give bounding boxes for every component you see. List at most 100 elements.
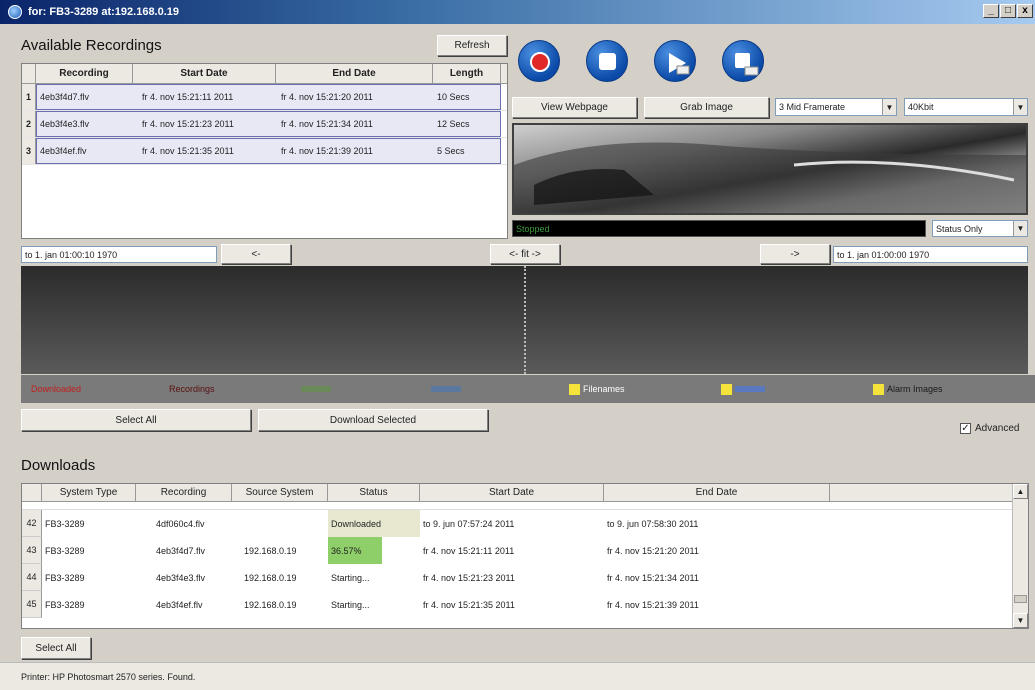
timeline-end-field[interactable]: to 1. jan 01:00:00 1970 [833, 246, 1028, 263]
column-header-recording[interactable]: Recording [36, 64, 133, 83]
row-number: 43 [22, 537, 42, 564]
advanced-check-mark: ✓ [960, 423, 971, 434]
bitrate-select[interactable]: 40Kbit ▼ [904, 98, 1028, 116]
status-text: Downloaded [331, 518, 382, 529]
status-mode-select[interactable]: Status Only ▼ [932, 220, 1028, 237]
timeline-back-button[interactable]: <- [221, 244, 291, 264]
advanced-checkbox[interactable]: ✓ Advanced [960, 423, 1019, 434]
legend-filenames: Filenames [569, 383, 625, 395]
cell-recording: 4eb3f4d7.flv [156, 545, 206, 556]
title-bar: for: FB3-3289 at:192.168.0.19 _ □ x [0, 0, 1035, 24]
scroll-up-icon[interactable]: ▲ [1013, 484, 1028, 499]
stop-icon [599, 53, 616, 70]
cell-recording: 4eb3f4ef.flv [40, 146, 87, 156]
downloads-table: System Type Recording Source System Stat… [21, 483, 1029, 629]
minimize-button[interactable]: _ [983, 4, 999, 18]
column-header-status[interactable]: Status [328, 484, 420, 501]
refresh-button[interactable]: Refresh [437, 35, 507, 56]
table-row[interactable]: 1 4eb3f4d7.flv fr 4. nov 15:21:11 2011 fr 4… [22, 84, 507, 111]
play-icon [669, 53, 690, 75]
row-number: 2 [22, 111, 36, 137]
legend-downloaded: Downloaded [31, 384, 81, 394]
play-button[interactable] [654, 40, 696, 82]
column-header-recording[interactable]: Recording [136, 484, 232, 501]
cell-end-date: fr 4. nov 15:21:20 2011 [281, 92, 373, 102]
cell-source-system: 192.168.0.19 [244, 599, 297, 610]
recordings-table: Recording Start Date End Date Length 1 4e… [21, 63, 508, 239]
cell-start-date: fr 4. nov 15:21:35 2011 [142, 146, 234, 156]
column-header-start-date[interactable]: Start Date [420, 484, 604, 501]
legend-alarm-images: Alarm Images [873, 383, 943, 395]
cell-start-date: to 9. jun 07:57:24 2011 [423, 518, 515, 529]
legend-downloaded-label: Downloaded [31, 384, 82, 394]
close-button[interactable]: x [1017, 4, 1033, 18]
cell-source-system: 192.168.0.19 [244, 572, 297, 583]
timeline-fit-button[interactable]: <- fit -> [490, 244, 560, 264]
advanced-label: Advanced [975, 423, 1020, 434]
legend-filenames-label: Filenames [583, 384, 625, 394]
cell-start-date: fr 4. nov 15:21:11 2011 [423, 545, 515, 556]
timeline-track[interactable] [21, 266, 1028, 374]
select-all-recordings-button[interactable]: Select All [21, 409, 251, 431]
cell-length: 10 Secs [437, 92, 470, 102]
cell-start-date: fr 4. nov 15:21:23 2011 [142, 119, 234, 129]
cell-status: Downloaded [328, 510, 420, 537]
timeline-cursor[interactable] [524, 266, 526, 374]
column-header-end-date[interactable]: End Date [276, 64, 433, 83]
bitrate-value: 40Kbit [908, 102, 934, 112]
record-button[interactable] [518, 40, 560, 82]
status-mode-value: Status Only [936, 223, 983, 234]
legend-unreadable-3 [721, 383, 765, 395]
grab-image-button[interactable]: Grab Image [644, 97, 769, 118]
maximize-button[interactable]: □ [1000, 4, 1016, 18]
table-row[interactable]: 2 4eb3f4e3.flv fr 4. nov 15:21:23 2011 fr 4… [22, 111, 507, 138]
timeline-legend: Downloaded Recordings Filenames Alarm Im… [21, 375, 1035, 403]
camera-image [514, 142, 1026, 213]
cell-status: 36.57% [328, 537, 420, 564]
live-video-preview [512, 123, 1028, 215]
table-row[interactable]: 42 FB3-3289 4df060c4.flv Downloaded to 9. ju… [22, 510, 1028, 537]
cell-system-type: FB3-3289 [45, 545, 85, 556]
select-all-downloads-button[interactable]: Select All [21, 637, 91, 659]
scroll-thumb[interactable] [1014, 595, 1027, 603]
snapshot-button[interactable] [722, 40, 764, 82]
cell-source-system: 192.168.0.19 [244, 545, 297, 556]
legend-swatch [721, 383, 732, 395]
table-row[interactable]: 45 FB3-3289 4eb3f4ef.flv 192.168.0.19 Starti… [22, 591, 1028, 618]
cell-start-date: fr 4. nov 15:21:35 2011 [423, 599, 515, 610]
view-webpage-button[interactable]: View Webpage [512, 97, 637, 118]
cell-end-date: fr 4. nov 15:21:20 2011 [607, 545, 699, 556]
cell-system-type: FB3-3289 [45, 599, 85, 610]
column-header-source-system[interactable]: Source System [232, 484, 328, 501]
downloads-scrollbar[interactable]: ▲ ▼ [1012, 484, 1028, 628]
column-header-start-date[interactable]: Start Date [133, 64, 276, 83]
download-selected-button[interactable]: Download Selected [258, 409, 488, 431]
downloads-table-header: System Type Recording Source System Stat… [22, 484, 1028, 502]
legend-recordings: Recordings [169, 384, 215, 394]
cell-recording: 4eb3f4e3.flv [40, 119, 90, 129]
stream-status: Stopped [512, 220, 926, 237]
table-row[interactable]: 3 4eb3f4ef.flv fr 4. nov 15:21:35 2011 fr 4… [22, 138, 507, 165]
table-row[interactable]: 44 FB3-3289 4eb3f4e3.flv 192.168.0.19 Starti… [22, 564, 1028, 591]
timeline-start-field[interactable]: to 1. jan 01:00:10 1970 [21, 246, 217, 263]
scroll-down-icon[interactable]: ▼ [1013, 613, 1028, 628]
stop-button[interactable] [586, 40, 628, 82]
framerate-select[interactable]: 3 Mid Framerate ▼ [775, 98, 897, 116]
column-header-end-date[interactable]: End Date [604, 484, 830, 501]
cell-status: Starting... [328, 591, 420, 618]
timeline-forward-button[interactable]: -> [760, 244, 830, 264]
row-number: 45 [22, 591, 42, 618]
chevron-down-icon: ▼ [1013, 221, 1027, 236]
cell-length: 12 Secs [437, 119, 470, 129]
legend-swatch [569, 383, 580, 395]
cell-end-date: fr 4. nov 15:21:34 2011 [281, 119, 373, 129]
cell-system-type: FB3-3289 [45, 518, 85, 529]
column-header-length[interactable]: Length [433, 64, 501, 83]
column-header-system-type[interactable]: System Type [42, 484, 136, 501]
table-row[interactable]: 43 FB3-3289 4eb3f4d7.flv 192.168.0.19 36.57%… [22, 537, 1028, 564]
cell-recording: 4eb3f4ef.flv [156, 599, 203, 610]
cell-source-system [232, 510, 328, 537]
cell-length: 5 Secs [437, 146, 465, 156]
status-bar: Printer: HP Photosmart 2570 series. Foun… [0, 662, 1035, 690]
legend-swatch [873, 383, 884, 395]
